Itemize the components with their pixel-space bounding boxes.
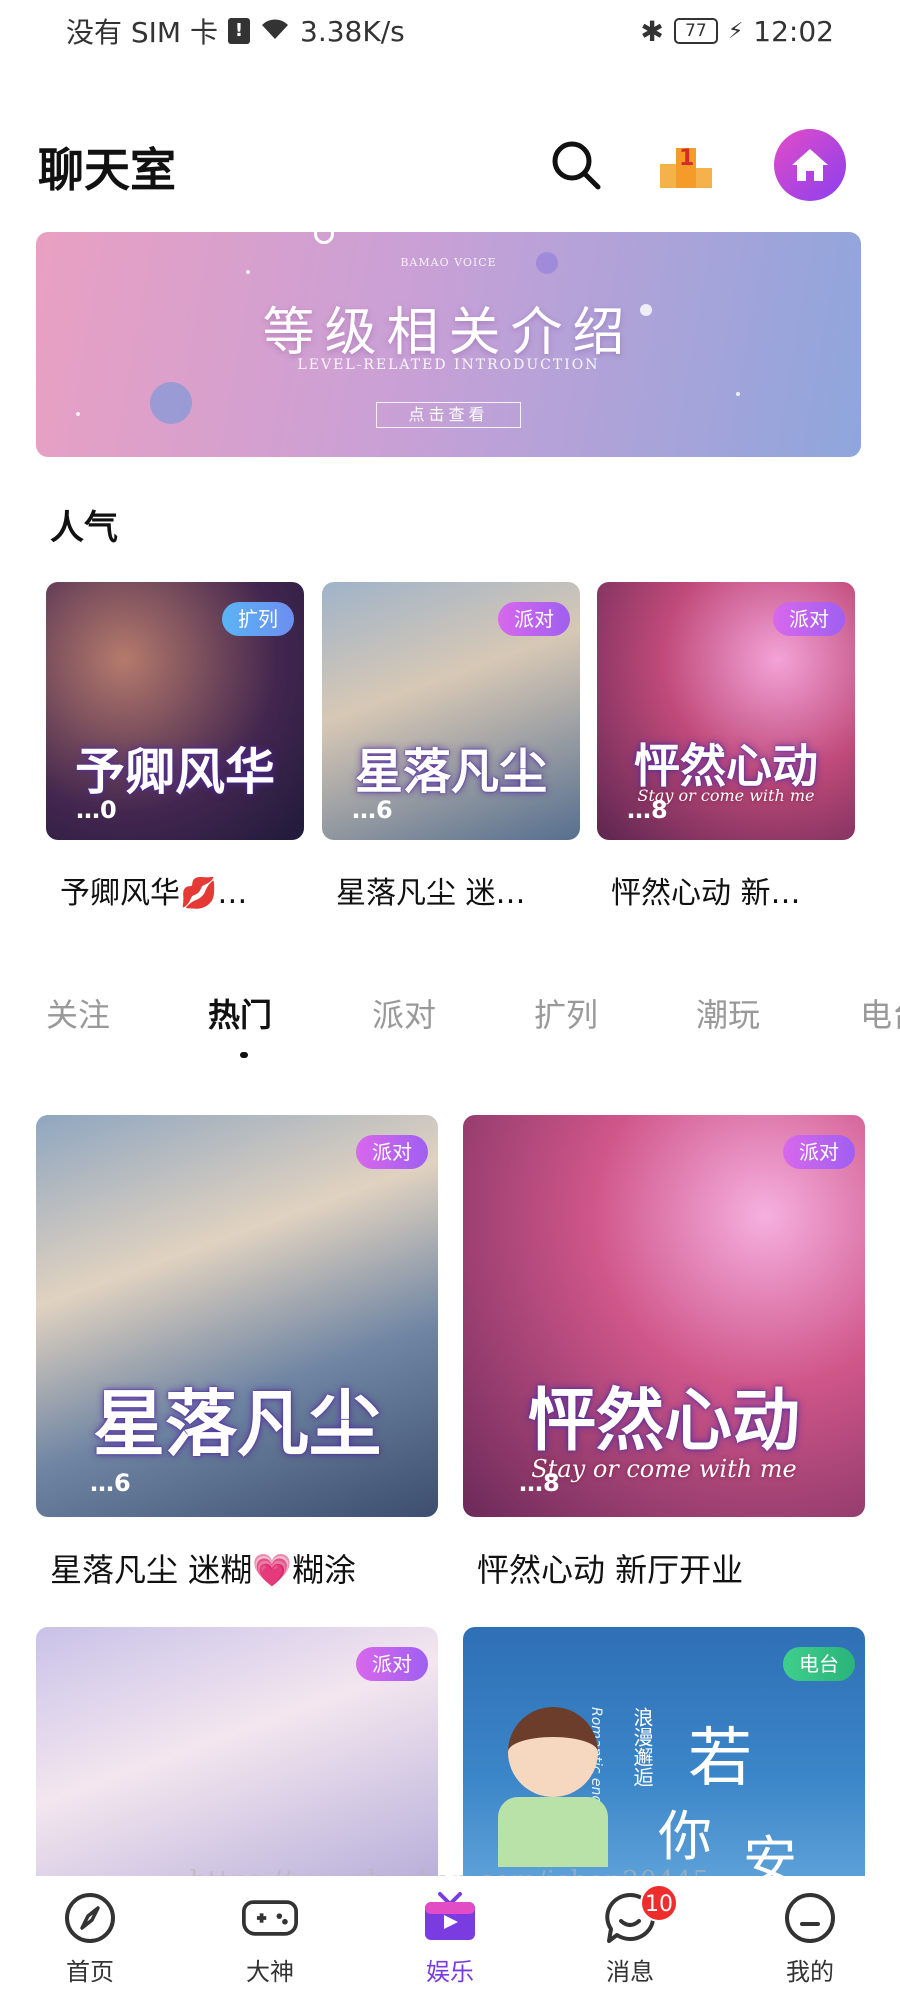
status-left: 没有 SIM 卡 ! 3.38K/s <box>66 11 405 51</box>
battery-icon: 77 <box>673 18 718 44</box>
cover-vertical-text: 浪漫邂逅 <box>630 1707 654 1787</box>
popular-room-card[interactable]: 派对 星落凡尘 …6 星落凡尘 迷… <box>322 582 580 912</box>
room-cover-image: 扩列 予卿风华 …0 <box>46 582 304 840</box>
cover-char-1: 若 <box>688 1722 752 1796</box>
room-card[interactable]: 派对 <box>36 1627 438 1877</box>
nav-masters[interactable]: 大神 <box>180 1876 360 2000</box>
nav-home[interactable]: 首页 <box>0 1876 180 2000</box>
nav-messages[interactable]: 消息 10 <box>540 1876 720 2000</box>
banner-brand: BAMAO VOICE <box>400 256 497 269</box>
room-cover-image: 派对 怦然心动 Stay or come with me …8 <box>597 582 855 840</box>
category-tabs: 关注 热门 派对 扩列 潮玩 电台 <box>0 990 900 1050</box>
room-cover-image: 派对 星落凡尘 …6 <box>322 582 580 840</box>
cover-title: 怦然心动 <box>527 1381 800 1461</box>
cover-char-2: 你 <box>658 1805 712 1868</box>
online-count: …0 <box>76 796 117 824</box>
bottom-navigation: 首页 大神 娱乐 消息 10 我的 <box>0 1876 900 2000</box>
nav-label: 娱乐 <box>426 1958 474 1986</box>
room-tag: 派对 <box>783 1135 855 1169</box>
unread-badge: 10 <box>640 1884 678 1922</box>
banner-title: 等级相关介绍 <box>262 303 635 363</box>
room-name: 星落凡尘 迷… <box>336 876 526 911</box>
banner-subtitle: LEVEL-RELATED INTRODUCTION <box>297 357 600 373</box>
room-card[interactable]: 派对 怦然心动 Stay or come with me …8 怦然心动 新厅开… <box>463 1115 865 1591</box>
cover-title: 予卿风华 <box>75 742 275 801</box>
compass-icon <box>62 1890 118 1946</box>
charging-icon: ⚡ <box>727 18 744 44</box>
nav-label: 大神 <box>246 1958 294 1986</box>
page-title: 聊天室 <box>38 143 176 197</box>
nav-label: 我的 <box>786 1958 834 1986</box>
popular-room-card[interactable]: 扩列 予卿风华 …0 予卿风华💋… <box>46 582 304 912</box>
tab-party[interactable]: 派对 <box>372 990 436 1036</box>
sim-warning-icon: ! <box>228 18 250 44</box>
nav-entertainment[interactable]: 娱乐 <box>360 1876 540 2000</box>
network-speed: 3.38K/s <box>300 14 405 48</box>
cover-title: 星落凡尘 <box>92 1381 381 1466</box>
nav-label: 消息 <box>606 1958 654 1986</box>
active-tab-indicator <box>240 1052 248 1058</box>
bluetooth-icon: ✱ <box>640 14 664 48</box>
tab-radio[interactable]: 电台 <box>860 990 900 1036</box>
ranking-button[interactable]: 1 <box>646 125 726 205</box>
cartoon-girl-illustration <box>493 1707 613 1877</box>
level-intro-banner[interactable]: BAMAO VOICE 等级相关介绍 LEVEL-RELATED INTRODU… <box>36 232 861 457</box>
room-name: 予卿风华💋… <box>60 876 248 911</box>
popular-section-title: 人气 <box>50 508 118 548</box>
room-tag: 派对 <box>356 1647 428 1681</box>
tab-trendy[interactable]: 潮玩 <box>696 990 760 1036</box>
room-name: 星落凡尘 迷糊💗糊涂 <box>50 1551 357 1589</box>
smile-face-icon <box>782 1890 838 1946</box>
room-cover-image: 电台 浪漫邂逅 Romantic encounter 若 你 安 <box>463 1627 865 1877</box>
rank-number: 1 <box>679 146 695 171</box>
online-count: …6 <box>352 796 393 824</box>
popular-room-card[interactable]: 派对 怦然心动 Stay or come with me …8 怦然心动 新… <box>597 582 855 912</box>
nav-label: 首页 <box>66 1958 114 1986</box>
nav-profile[interactable]: 我的 <box>720 1876 900 2000</box>
room-tag: 扩列 <box>222 602 294 636</box>
online-count: …6 <box>90 1469 131 1497</box>
gamepad-icon <box>242 1890 298 1946</box>
sim-status: 没有 SIM 卡 <box>66 16 218 49</box>
room-tag: 派对 <box>773 602 845 636</box>
room-name: 怦然心动 新厅开业 <box>477 1551 744 1589</box>
room-card[interactable]: 派对 星落凡尘 …6 星落凡尘 迷糊💗糊涂 <box>36 1115 438 1591</box>
status-bar: 没有 SIM 卡 ! 3.38K/s ✱ 77 ⚡ 12:02 <box>0 0 900 62</box>
wifi-icon <box>260 15 290 48</box>
header: 聊天室 1 <box>0 110 900 220</box>
room-tag: 派对 <box>498 602 570 636</box>
online-count: …8 <box>519 1469 560 1497</box>
room-name: 怦然心动 新… <box>611 876 801 911</box>
search-button[interactable] <box>536 125 616 205</box>
banner-view-button[interactable]: 点击查看 <box>376 402 521 428</box>
room-cover-image: 派对 怦然心动 Stay or come with me …8 <box>463 1115 865 1517</box>
home-icon <box>774 129 846 201</box>
tab-expand[interactable]: 扩列 <box>534 990 598 1036</box>
tab-hot[interactable]: 热门 <box>208 990 272 1036</box>
room-tag: 派对 <box>356 1135 428 1169</box>
search-icon <box>552 141 601 190</box>
battery-level: 77 <box>685 21 707 41</box>
cover-title: 星落凡尘 <box>354 744 547 800</box>
room-card[interactable]: 电台 浪漫邂逅 Romantic encounter 若 你 安 <box>463 1627 865 1877</box>
room-cover-image: 派对 星落凡尘 …6 <box>36 1115 438 1517</box>
status-right: ✱ 77 ⚡ 12:02 <box>640 15 834 48</box>
room-tag: 电台 <box>783 1647 855 1681</box>
tab-follow[interactable]: 关注 <box>46 990 110 1036</box>
clock: 12:02 <box>753 14 834 48</box>
tv-play-icon <box>422 1890 478 1946</box>
room-cover-image: 派对 <box>36 1627 438 1877</box>
online-count: …8 <box>627 796 668 824</box>
podium-icon: 1 <box>658 140 714 190</box>
home-button[interactable] <box>770 125 850 205</box>
